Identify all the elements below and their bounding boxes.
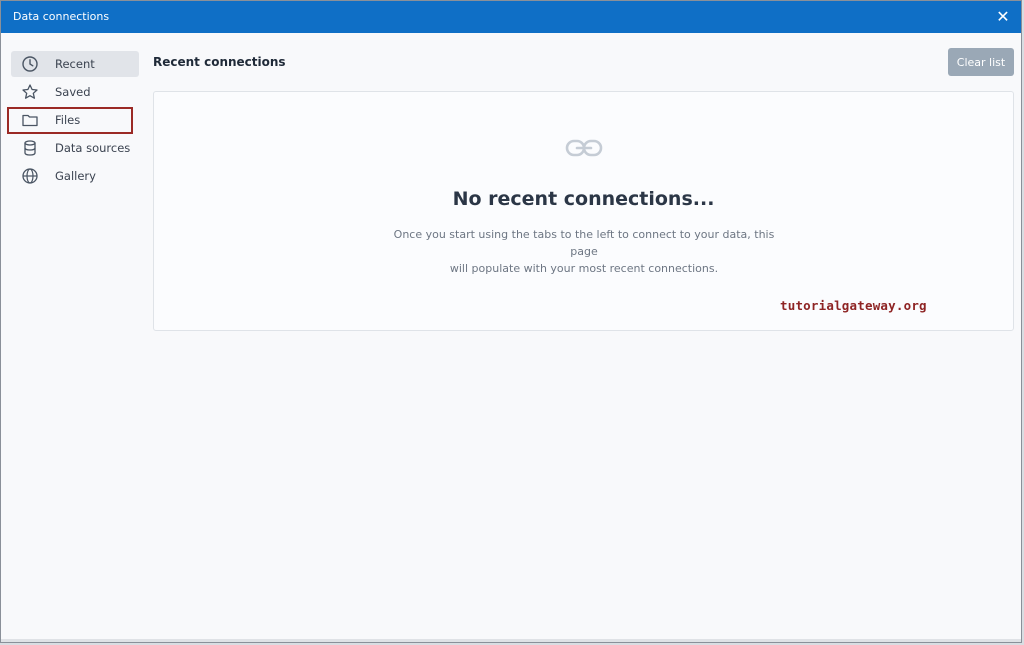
data-connections-dialog: Data connections ✕ Recent Saved Files Da… xyxy=(0,0,1022,643)
empty-state-line: will populate with your most recent conn… xyxy=(449,262,719,275)
clear-list-button[interactable]: Clear list xyxy=(948,48,1014,76)
sidebar-item-label: Saved xyxy=(55,85,91,99)
sidebar-item-gallery[interactable]: Gallery xyxy=(11,163,139,189)
empty-state-panel: No recent connections... Once you start … xyxy=(153,91,1014,331)
sidebar-item-data-sources[interactable]: Data sources xyxy=(11,135,139,161)
sidebar-item-label: Gallery xyxy=(55,169,96,183)
window-title: Data connections xyxy=(13,10,110,23)
close-icon: ✕ xyxy=(996,7,1010,26)
empty-state-description: Once you start using the tabs to the lef… xyxy=(384,226,784,277)
sidebar-item-label: Data sources xyxy=(55,141,131,155)
title-bar: Data connections ✕ xyxy=(1,1,1021,33)
watermark-text: tutorialgateway.org xyxy=(780,298,927,313)
sidebar-item-recent[interactable]: Recent xyxy=(11,51,139,77)
link-icon xyxy=(564,136,604,160)
database-icon xyxy=(21,139,39,157)
bottom-border xyxy=(1,639,1021,642)
section-title: Recent connections xyxy=(153,55,286,69)
clock-icon xyxy=(21,55,39,73)
sidebar-item-saved[interactable]: Saved xyxy=(11,79,139,105)
close-button[interactable]: ✕ xyxy=(993,7,1013,27)
files-highlight-box xyxy=(7,107,133,134)
empty-state-heading: No recent connections... xyxy=(452,188,715,210)
sidebar-item-label: Recent xyxy=(55,57,95,71)
star-icon xyxy=(21,83,39,101)
empty-state-line: Once you start using the tabs to the lef… xyxy=(393,228,775,258)
globe-icon xyxy=(21,167,39,185)
